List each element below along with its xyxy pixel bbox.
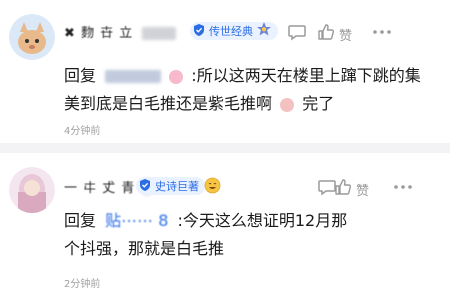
comment-card: 一 㐄 𠀋 青 史诗巨著 赞 回复 贴⋯⋯ 8 :今天这么想证明12月那 个抖强… [0, 153, 450, 293]
comment-icon [287, 22, 307, 46]
like-button[interactable]: 赞 [316, 22, 352, 46]
comment-body[interactable]: 回复 :所以这两天在楼里上蹿下跳的集 美到底是白毛推还是紫毛推啊 完了 [64, 62, 421, 118]
comment-card: ✖︎ 䴯 卋 立 传世经典 赞 回复 :所以这两天在楼里上蹿下跳的集 美到底是白… [0, 0, 450, 143]
username-text: ✖︎ 䴯 卋 立 [64, 26, 134, 41]
like-label: 赞 [356, 183, 370, 199]
redacted-mention[interactable] [105, 70, 162, 83]
reply-mention[interactable]: 贴⋯⋯ 8 [105, 211, 168, 230]
redaction-mark [142, 27, 177, 40]
reply-prefix: 回复 [64, 66, 97, 85]
timestamp: 2分钟前 [64, 279, 101, 290]
heart-emoji-icon [169, 69, 184, 84]
avatar[interactable] [9, 167, 55, 213]
reply-button[interactable] [287, 22, 307, 46]
cry-emoji-icon [280, 97, 295, 112]
avatar[interactable] [9, 14, 55, 60]
like-button[interactable]: 赞 [333, 177, 369, 201]
comment-text-1: :所以这两天在楼里上蹿下跳的集 [191, 66, 421, 85]
more-button[interactable] [371, 22, 393, 46]
comment-body[interactable]: 回复 贴⋯⋯ 8 :今天这么想证明12月那 个抖强，那就是白毛推 [64, 207, 347, 263]
comment-line-1: 回复 贴⋯⋯ 8 :今天这么想证明12月那 [64, 207, 347, 235]
more-button[interactable] [392, 177, 414, 201]
shield-check-icon [192, 22, 206, 41]
more-dots-icon [371, 22, 393, 46]
comment-line-2: 个抖强，那就是白毛推 [64, 235, 347, 263]
user-badge[interactable]: 传世经典 [190, 22, 278, 40]
username-text: 一 㐄 𠀋 青 [64, 181, 136, 196]
more-dots-icon [392, 177, 414, 201]
comment-text-1: :今天这么想证明12月那 [177, 211, 348, 230]
comment-text-2: 美到底是白毛推还是紫毛推啊 [64, 94, 273, 113]
section-divider [0, 143, 450, 153]
username[interactable]: ✖︎ 䴯 卋 立 [64, 22, 177, 41]
shield-check-icon [138, 177, 152, 196]
level-medal-icon [256, 21, 272, 41]
reply-prefix: 回复 [64, 211, 97, 230]
comment-line-2: 美到底是白毛推还是紫毛推啊 完了 [64, 90, 421, 118]
thumbs-up-icon [316, 22, 336, 46]
timestamp: 4分钟前 [64, 126, 101, 137]
badge-label: 传世经典 [209, 25, 253, 38]
comment-text-3: 完了 [302, 94, 335, 113]
comment-line-1: 回复 :所以这两天在楼里上蹿下跳的集 [64, 62, 421, 90]
like-label: 赞 [339, 28, 353, 44]
thumbs-up-icon [333, 177, 353, 201]
badge-label: 史诗巨著 [155, 180, 199, 193]
comment-text-2: 个抖强，那就是白毛推 [64, 239, 225, 258]
laughing-emoji-icon [204, 177, 221, 198]
user-badge[interactable]: 史诗巨著 [136, 177, 205, 195]
